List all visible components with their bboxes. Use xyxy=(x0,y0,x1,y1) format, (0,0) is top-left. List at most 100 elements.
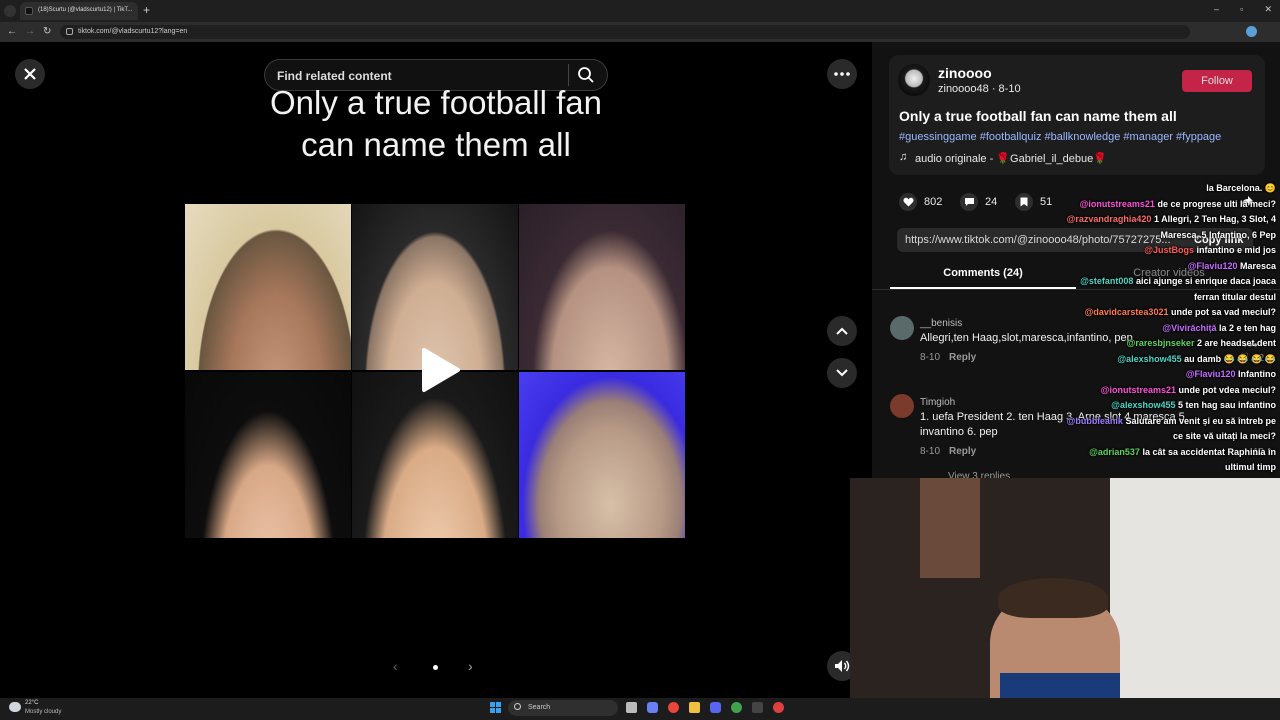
webcam-poster xyxy=(920,478,980,578)
chat-message: ultimul timp xyxy=(1225,462,1276,472)
weather-temp: 22°C xyxy=(25,700,39,706)
forward-icon[interactable]: → xyxy=(25,26,35,37)
photo-tile xyxy=(519,372,685,538)
copilot-icon[interactable] xyxy=(647,702,658,713)
chat-message: @razvandraghia420 1 Allegri, 2 Ten Hag, … xyxy=(1067,214,1276,224)
more-options-button[interactable] xyxy=(827,59,857,89)
chat-text: la cât sa accidentat Raphinia în xyxy=(1139,446,1276,457)
play-button[interactable] xyxy=(418,346,462,394)
back-icon[interactable]: ← xyxy=(7,26,17,37)
start-icon[interactable] xyxy=(490,702,501,713)
chat-username: @JustBogs xyxy=(1144,245,1194,255)
chat-message: Maresca, 5 Infantino, 6 Pep xyxy=(1160,230,1276,240)
chat-username: @razvandraghia420 xyxy=(1066,214,1152,224)
chat-message: @ionutstreams21 de ce progrese ulti la m… xyxy=(1080,199,1276,209)
headline-line-2: can name them all xyxy=(301,126,571,163)
author-name[interactable]: zinoooo xyxy=(938,65,992,81)
chrome-active-icon[interactable] xyxy=(731,702,742,713)
follow-button[interactable]: Follow xyxy=(1182,70,1252,92)
comment-text: invantino 6. pep xyxy=(920,426,998,438)
chat-message: @stefant008 aici ajunge si enrique daca … xyxy=(1080,276,1276,286)
tab-favicon-icon xyxy=(25,7,33,15)
webcam-jersey xyxy=(1000,673,1120,698)
previous-video-button[interactable] xyxy=(827,316,857,346)
chat-text: unde pot sa vad meciul? xyxy=(1168,307,1276,317)
volume-icon xyxy=(835,660,850,672)
discord-icon[interactable] xyxy=(710,702,721,713)
maximize-icon[interactable]: ▫ xyxy=(1240,4,1243,16)
chat-text: ultimul timp xyxy=(1225,462,1276,472)
minimize-icon[interactable]: – xyxy=(1214,4,1219,16)
photo-tile xyxy=(519,204,685,370)
chat-text: unde pot vdea meciul? xyxy=(1175,384,1276,395)
photo-prev-arrow[interactable]: ‹ xyxy=(393,658,398,674)
chat-text: ce site vă uitați la meci? xyxy=(1172,431,1276,441)
comment-date: 8-10 xyxy=(920,352,941,363)
comment-avatar[interactable] xyxy=(890,394,914,418)
photo-tile xyxy=(352,372,518,538)
chat-username: @bubbleanik xyxy=(1066,415,1123,426)
more-icon xyxy=(834,72,850,76)
author-avatar[interactable] xyxy=(898,64,930,96)
search-divider xyxy=(568,64,569,86)
like-button[interactable] xyxy=(899,193,917,211)
comment-avatar[interactable] xyxy=(890,316,914,340)
browser-tab[interactable]: (18)Scurtu (@vladscurtu12) | TikT... xyxy=(20,2,138,20)
chat-text: la Barcelona. 😊 xyxy=(1206,183,1276,193)
chat-username: @ionutstreams21 xyxy=(1079,198,1155,209)
site-info-icon[interactable] xyxy=(66,28,73,35)
task-view-icon[interactable] xyxy=(626,702,637,713)
close-button[interactable] xyxy=(15,59,45,89)
chat-message: @ionutstreams21 unde pot vdea meciul? xyxy=(1101,385,1276,395)
address-bar[interactable]: tiktok.com/@vladscurtu12?lang=en xyxy=(60,25,1190,39)
chat-message: @alexshow455 au damb 😂 😂 😂 😂 xyxy=(1117,354,1276,365)
chat-username: @alexshow455 xyxy=(1111,400,1176,410)
chat-message: @Flaviu120 Maresca xyxy=(1188,261,1276,271)
chat-username: @raresbjnseker xyxy=(1126,338,1195,348)
chat-message: @Flaviu120 Infantino xyxy=(1186,369,1276,379)
obs-icon[interactable] xyxy=(773,702,784,713)
comment-icon xyxy=(964,198,974,206)
like-count: 802 xyxy=(924,196,943,208)
taskbar-search[interactable]: Search xyxy=(508,700,618,716)
reply-button[interactable]: Reply xyxy=(949,446,976,457)
tab-list-button[interactable] xyxy=(4,5,16,17)
chat-message: @alexshow455 5 ten hag sau infantino xyxy=(1111,400,1276,410)
chat-text: 2 are headset dent xyxy=(1194,338,1276,348)
search-button[interactable] xyxy=(577,66,595,84)
chat-text: Maresca, 5 Infantino, 6 Pep xyxy=(1160,229,1276,240)
photo-tile xyxy=(185,372,351,538)
terminal-icon[interactable] xyxy=(752,702,763,713)
file-explorer-icon[interactable] xyxy=(689,702,700,713)
close-window-icon[interactable]: ✕ xyxy=(1264,4,1272,16)
next-video-button[interactable] xyxy=(827,358,857,388)
comment-button[interactable] xyxy=(960,193,978,211)
chat-message: la Barcelona. 😊 xyxy=(1206,183,1276,194)
post-title: Only a true football fan can name them a… xyxy=(899,108,1177,124)
chat-message: @adrian537 la cât sa accidentat Raphinia… xyxy=(1089,447,1276,457)
profile-avatar[interactable] xyxy=(1246,26,1257,37)
window-controls: – ▫ ✕ xyxy=(1210,4,1276,16)
chat-username: @Vivirăchiță xyxy=(1162,322,1217,333)
close-icon xyxy=(24,68,36,80)
comment-username[interactable]: Timgioh xyxy=(920,397,955,408)
chat-username: @ionutstreams21 xyxy=(1100,384,1176,395)
chevron-down-icon xyxy=(836,369,848,377)
post-hashtags[interactable]: #guessinggame #footballquiz #ballknowled… xyxy=(899,131,1221,143)
chat-text: au damb 😂 😂 😂 😂 xyxy=(1181,353,1276,364)
comment-username[interactable]: __benisis xyxy=(920,318,962,329)
new-tab-button[interactable]: + xyxy=(143,3,150,17)
search-icon xyxy=(578,67,594,83)
reply-button[interactable]: Reply xyxy=(949,352,976,363)
chat-text: de ce progrese ulti la meci? xyxy=(1154,198,1276,209)
chat-username: @stefant008 xyxy=(1080,276,1134,286)
photo-next-arrow[interactable]: › xyxy=(468,658,473,674)
chat-message: ce site vă uitați la meci? xyxy=(1173,431,1276,441)
reload-icon[interactable]: ↻ xyxy=(43,26,51,37)
headline-line-1: Only a true football fan xyxy=(269,84,603,121)
chat-text: Maresca xyxy=(1237,260,1276,271)
chrome-icon[interactable] xyxy=(668,702,679,713)
post-audio[interactable]: audio originale - 🌹Gabriel_il_debue🌹 xyxy=(915,152,1107,165)
stream-chat: la Barcelona. 😊 @ionutstreams21 de ce pro… xyxy=(1030,183,1280,473)
comment-date: 8-10 xyxy=(920,446,941,457)
